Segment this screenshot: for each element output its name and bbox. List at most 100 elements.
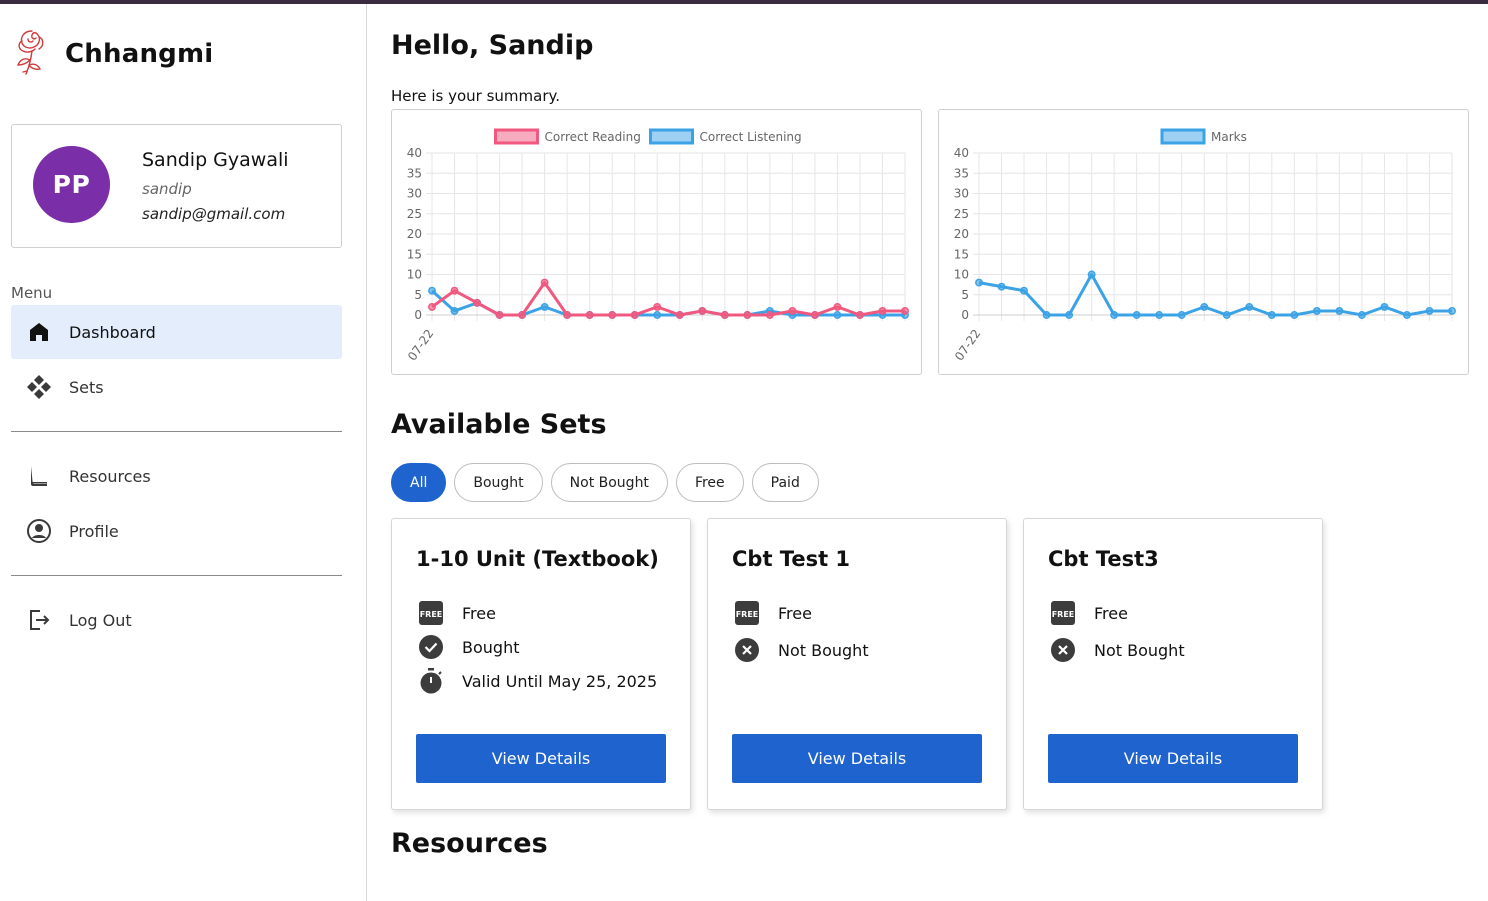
data-point (563, 311, 572, 319)
data-point (1357, 311, 1366, 319)
sidebar-item-profile[interactable]: Profile (11, 504, 342, 558)
sidebar-item-logout[interactable]: Log Out (11, 593, 342, 647)
filter-bought-chip[interactable]: Bought (454, 463, 543, 502)
set-status-row: Bought (416, 632, 519, 662)
data-point (630, 311, 639, 319)
set-validity-row: Valid Until May 25, 2025 (416, 666, 657, 696)
data-point (833, 302, 842, 311)
data-point (675, 311, 684, 319)
filter-all-chip[interactable]: All (391, 463, 447, 502)
menu-label: Menu (11, 284, 53, 302)
y-tick-label: 30 (407, 187, 422, 201)
home-icon (26, 319, 52, 345)
data-point (1267, 311, 1276, 319)
set-title: Cbt Test3 (1048, 547, 1159, 571)
set-title: 1-10 Unit (Textbook) (416, 547, 659, 571)
set-card: 1-10 Unit (Textbook) FREE Free Bought Va… (391, 518, 691, 810)
y-tick-label: 10 (954, 268, 969, 282)
y-tick-label: 5 (961, 288, 969, 302)
filter-free-chip[interactable]: Free (675, 463, 744, 502)
free-tag-icon: FREE (1048, 598, 1078, 628)
reading-listening-chart: 0 5 10 15 20 25 30 35 40 07-22 Correct Reading Corr… (391, 109, 922, 375)
user-full-name: Sandip Gyawali (142, 149, 289, 171)
data-point (653, 302, 662, 311)
y-tick-label: 15 (954, 247, 969, 261)
sets-section-title: Available Sets (391, 409, 607, 440)
sidebar-item-dashboard[interactable]: Dashboard (11, 305, 342, 359)
data-point (810, 311, 819, 319)
view-details-button[interactable]: View Details (732, 734, 982, 783)
cancel-circle-icon (732, 635, 762, 665)
book-icon (26, 463, 52, 489)
data-point (1245, 302, 1254, 311)
cancel-circle-icon (1048, 635, 1078, 665)
set-status-row: Not Bought (1048, 635, 1185, 665)
data-point (1177, 311, 1186, 319)
logout-icon (26, 607, 52, 633)
view-details-button[interactable]: View Details (1048, 734, 1298, 783)
data-point (585, 311, 594, 319)
data-point (518, 311, 527, 319)
filter-not-bought-chip[interactable]: Not Bought (550, 463, 668, 502)
y-tick-label: 20 (407, 227, 422, 241)
filter-paid-chip[interactable]: Paid (751, 463, 819, 502)
data-point (428, 302, 436, 311)
svg-text:FREE: FREE (736, 610, 759, 619)
brand[interactable]: Chhangmi (12, 28, 213, 80)
resources-section-title: Resources (391, 828, 548, 859)
user-profile-card: PP Sandip Gyawali sandip sandip@gmail.co… (11, 124, 342, 248)
legend-label: Marks (1211, 130, 1247, 144)
data-point (608, 311, 617, 319)
data-point (653, 311, 662, 319)
y-tick-label: 5 (414, 288, 422, 302)
set-price-row: FREE Free (416, 598, 496, 628)
user-email: sandip@gmail.com (142, 205, 286, 223)
y-tick-label: 35 (954, 166, 969, 180)
set-card: Cbt Test 1 FREE Free Not Bought View Det… (707, 518, 1007, 810)
y-tick-label: 30 (954, 187, 969, 201)
summary-text: Here is your summary. (391, 87, 560, 105)
svg-text:FREE: FREE (420, 610, 443, 619)
data-point (788, 307, 797, 315)
y-tick-label: 10 (407, 268, 422, 282)
view-details-button[interactable]: View Details (416, 734, 666, 783)
chart-canvas: 0 5 10 15 20 25 30 35 40 07-22 Correct Reading Corr… (405, 128, 909, 364)
data-point (450, 307, 459, 315)
check-circle-icon (416, 632, 446, 662)
data-point (878, 307, 887, 315)
data-point (765, 311, 774, 319)
data-point (1425, 307, 1434, 315)
sidebar-item-resources[interactable]: Resources (11, 449, 342, 503)
y-tick-label: 25 (407, 207, 422, 221)
x-tick-label: 07-22 (405, 327, 436, 364)
set-card: Cbt Test3 FREE Free Not Bought View Deta… (1023, 518, 1323, 810)
sidebar-item-sets[interactable]: Sets (11, 360, 342, 414)
data-point (1065, 311, 1074, 319)
brand-name: Chhangmi (65, 39, 214, 69)
set-status: Not Bought (778, 640, 869, 660)
avatar: PP (33, 146, 110, 223)
set-validity: Valid Until May 25, 2025 (462, 671, 658, 691)
chart-canvas: 0 5 10 15 20 25 30 35 40 07-22 Marks (952, 128, 1456, 363)
data-point (450, 286, 459, 295)
diamond-grid-icon (26, 374, 52, 400)
sidebar-divider (11, 431, 342, 432)
set-filters: All Bought Not Bought Free Paid (391, 463, 819, 502)
data-point (1335, 307, 1344, 315)
data-point (1042, 311, 1051, 319)
data-point (698, 307, 707, 315)
sidebar-divider (11, 575, 342, 576)
page-title: Hello, Sandip (391, 30, 594, 61)
data-point (1403, 311, 1411, 319)
data-point (720, 311, 729, 319)
sidebar: Chhangmi PP Sandip Gyawali sandip sandip… (0, 4, 367, 901)
data-point (1155, 311, 1164, 319)
sidebar-item-label: Profile (69, 521, 119, 541)
data-point (1380, 302, 1389, 311)
data-point (856, 311, 864, 319)
y-tick-label: 40 (954, 146, 969, 160)
set-title: Cbt Test 1 (732, 547, 851, 571)
data-point (540, 278, 549, 287)
marks-chart: 0 5 10 15 20 25 30 35 40 07-22 Marks (938, 109, 1469, 375)
data-point (1312, 307, 1321, 315)
